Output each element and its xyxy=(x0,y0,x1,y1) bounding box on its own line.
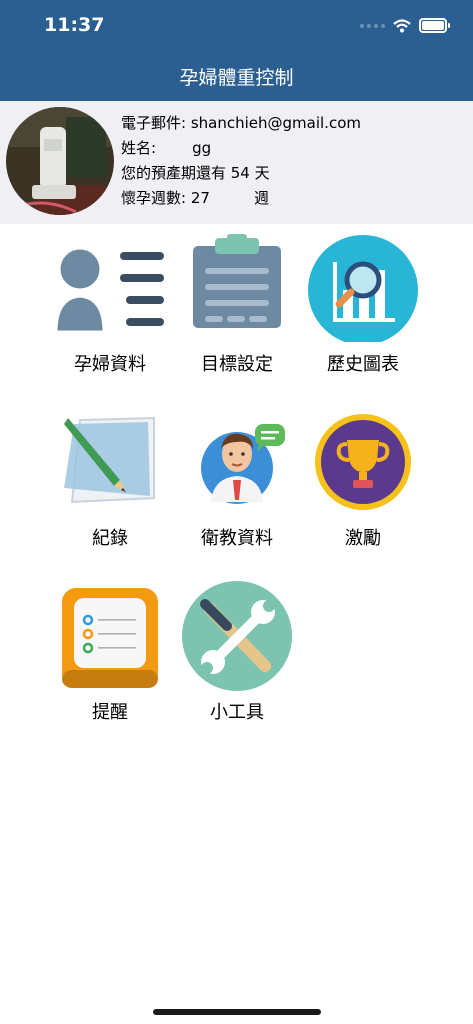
chart-magnifier-icon xyxy=(308,235,418,342)
reminder-list-icon xyxy=(62,588,158,688)
menu-label-reminder: 提醒 xyxy=(92,702,128,723)
app-header: 11:37 孕婦體重控制 xyxy=(0,0,473,101)
email-label: 電子郵件: xyxy=(121,114,187,132)
menu-label-goal-setting: 目標設定 xyxy=(201,354,273,375)
due-text: 您的預產期還有 54 天 xyxy=(121,164,270,182)
menu-label-motivation: 激勵 xyxy=(345,528,381,549)
menu-item-pregnant-info[interactable]: 孕婦資料 xyxy=(50,232,170,382)
name-row: 姓名: gg xyxy=(121,136,361,161)
user-profile-icon xyxy=(54,246,164,334)
weeks-unit: 週 xyxy=(253,189,269,207)
avatar[interactable] xyxy=(6,107,114,215)
menu-item-tools[interactable]: 小工具 xyxy=(177,580,297,730)
menu-item-health-education[interactable]: 衛教資料 xyxy=(177,410,297,560)
menu-item-history-chart[interactable]: 歷史圖表 xyxy=(303,232,423,382)
menu-item-reminder[interactable]: 提醒 xyxy=(50,584,170,734)
tools-icon xyxy=(182,581,292,691)
wifi-icon xyxy=(393,18,411,32)
menu-label-record: 紀錄 xyxy=(92,528,128,549)
email-value: shanchieh@gmail.com xyxy=(190,114,361,132)
menu-label-health-education: 衛教資料 xyxy=(201,528,273,549)
profile-info: 電子郵件: shanchieh@gmail.com 姓名: gg 您的預產期還有 … xyxy=(121,111,361,211)
status-icons xyxy=(360,18,450,33)
weeks-value: 27 xyxy=(190,189,210,207)
email-row: 電子郵件: shanchieh@gmail.com xyxy=(121,111,361,136)
menu-item-record[interactable]: 紀錄 xyxy=(50,410,170,560)
signal-icon xyxy=(360,23,385,28)
home-indicator[interactable] xyxy=(153,1009,321,1015)
page-title: 孕婦體重控制 xyxy=(179,67,294,89)
name-label: 姓名: xyxy=(121,139,157,157)
weeks-label: 懷孕週數: xyxy=(121,189,187,207)
clipboard-icon xyxy=(193,234,281,328)
status-time: 11:37 xyxy=(44,14,105,36)
menu-item-motivation[interactable]: 激勵 xyxy=(303,410,423,560)
menu-label-history-chart: 歷史圖表 xyxy=(327,354,399,375)
menu-label-tools: 小工具 xyxy=(210,702,264,723)
menu-item-goal-setting[interactable]: 目標設定 xyxy=(177,232,297,382)
notepad-pencil-icon xyxy=(64,416,155,504)
weeks-row: 懷孕週數: 27 週 xyxy=(121,186,361,211)
battery-icon xyxy=(419,18,450,33)
menu-label-pregnant-info: 孕婦資料 xyxy=(74,354,146,375)
trophy-icon xyxy=(315,414,411,510)
due-row: 您的預產期還有 54 天 xyxy=(121,161,361,186)
name-value: gg xyxy=(192,139,212,157)
doctor-chat-icon xyxy=(201,424,285,504)
